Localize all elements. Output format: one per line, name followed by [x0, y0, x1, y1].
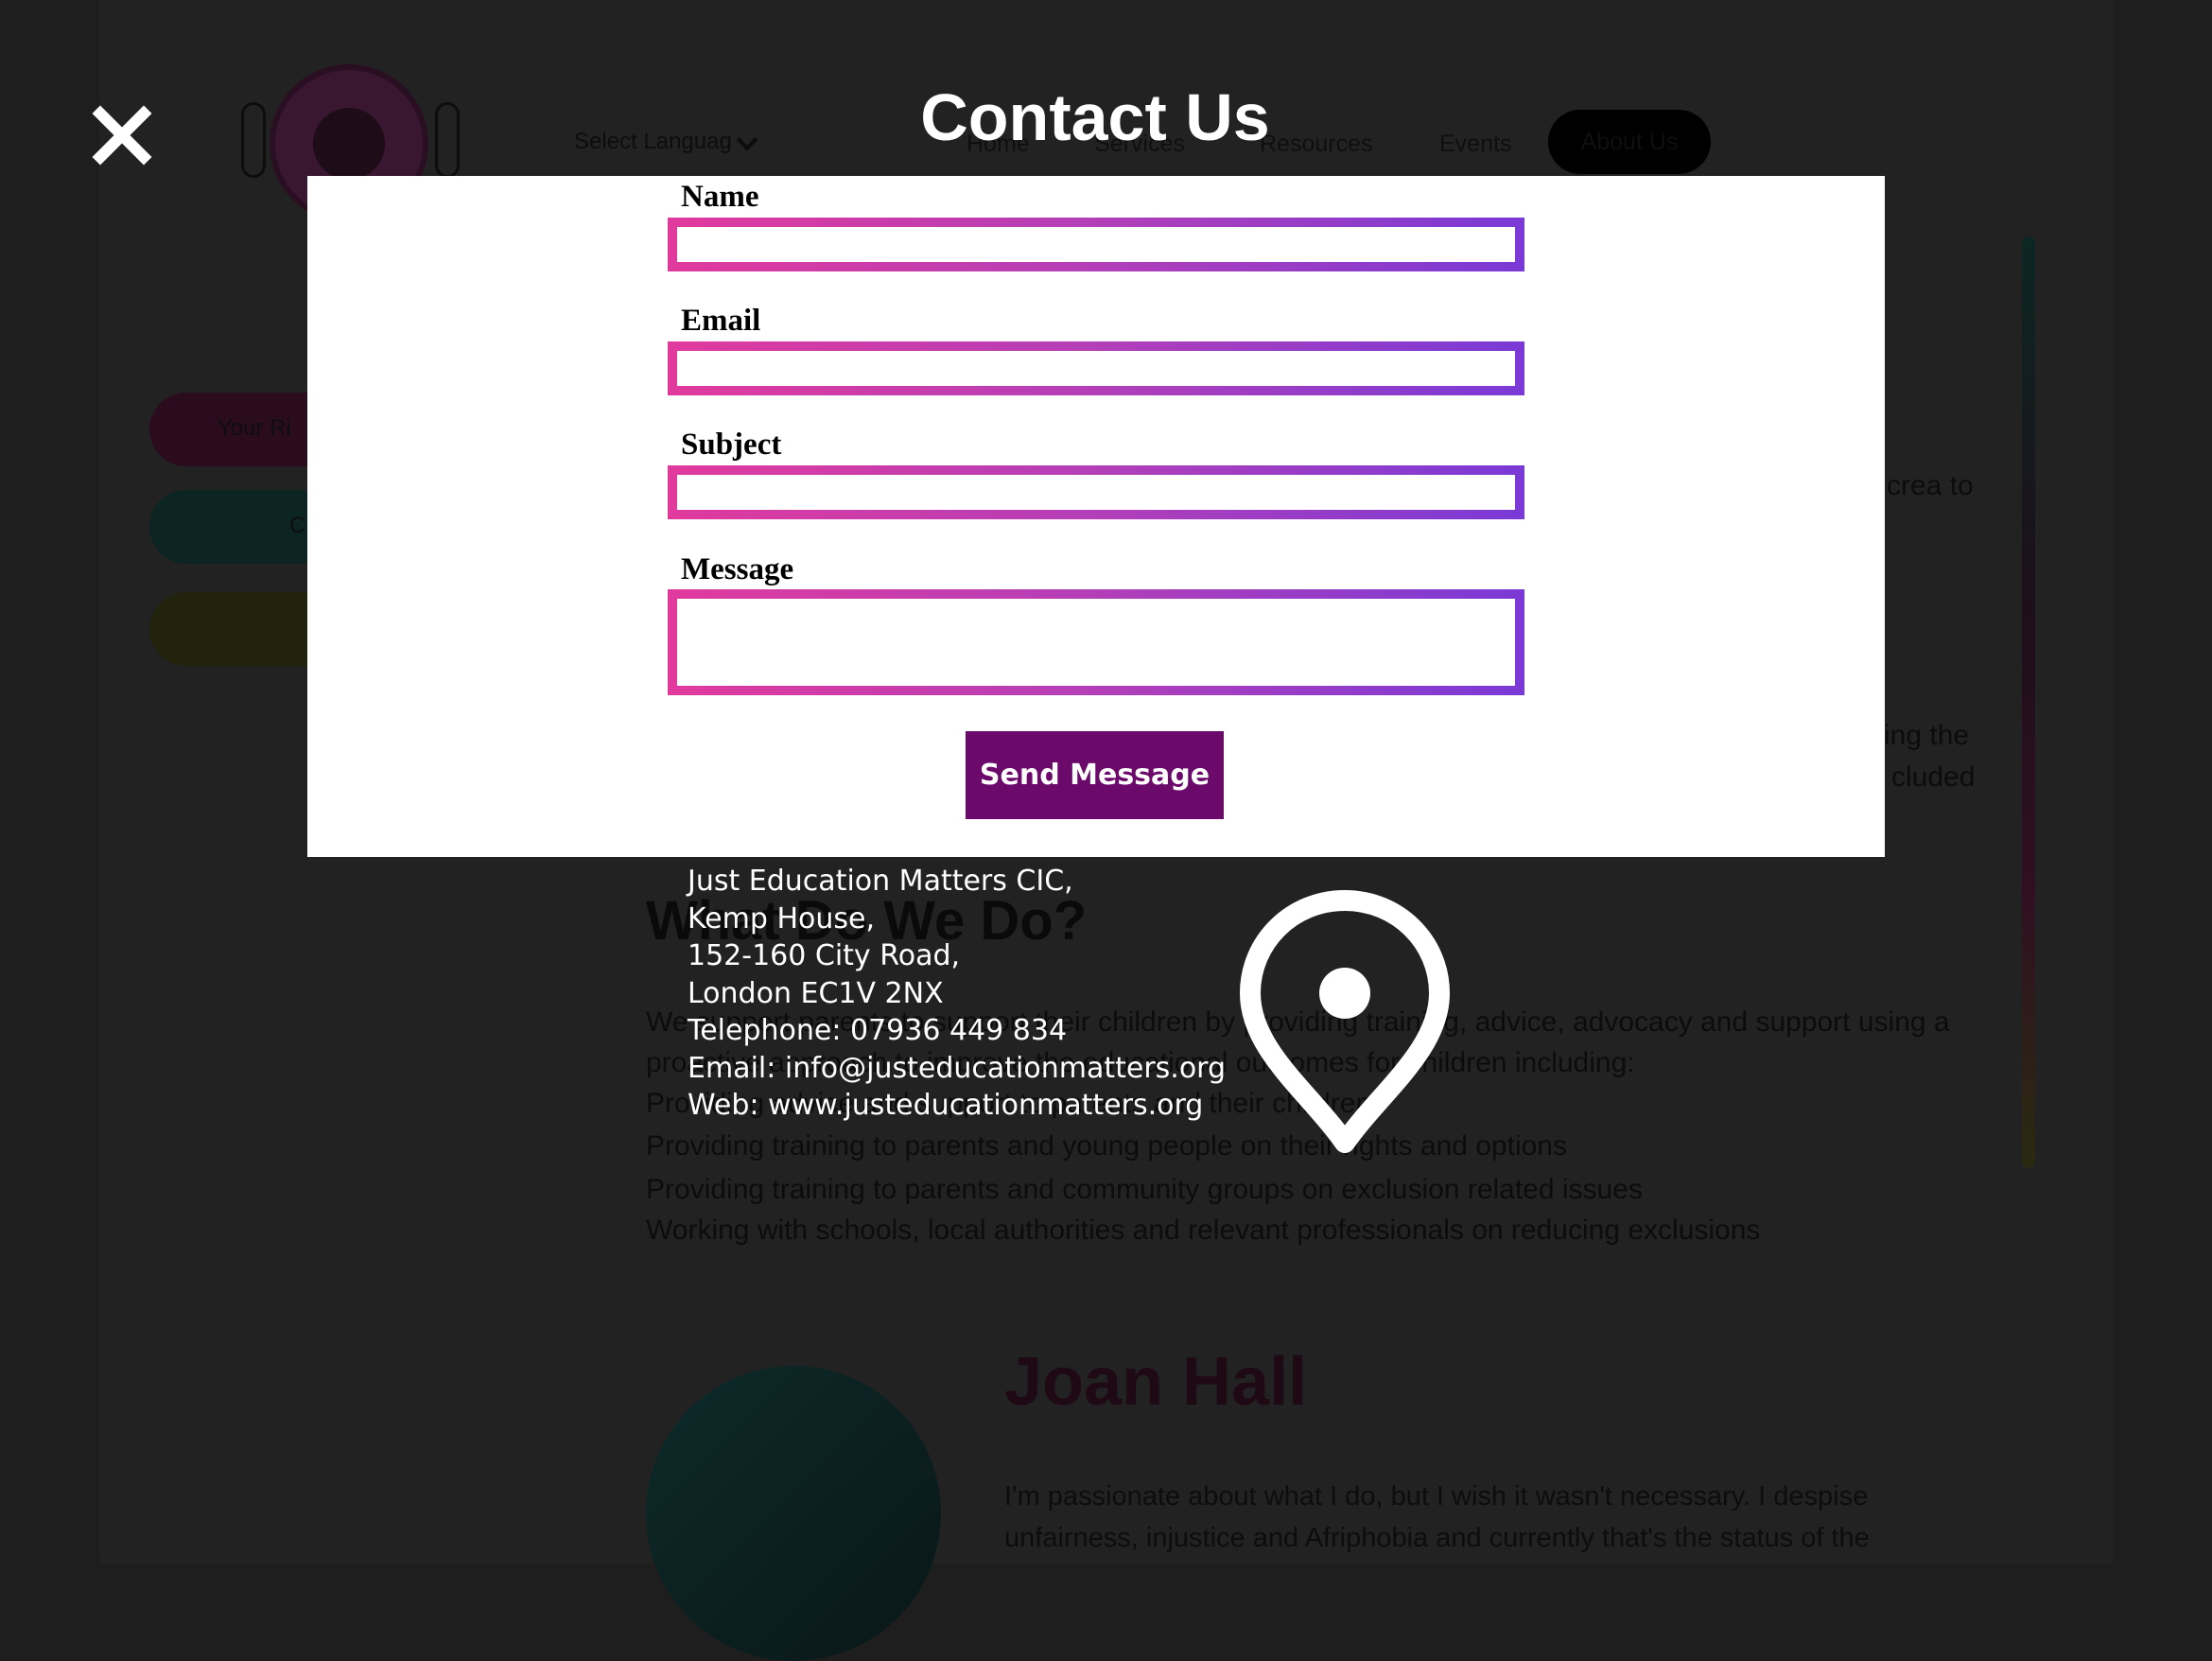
subject-field[interactable] [677, 475, 1515, 510]
bg-text-fragment: cluded [1891, 761, 1976, 793]
profile-name: Joan Hall [1004, 1344, 1308, 1420]
email-line: Email: info@justeducationmatters.org [688, 1051, 1227, 1085]
modal-title: Contact Us [920, 80, 1270, 154]
side-pill-label: C [289, 513, 306, 538]
bg-text-fragment: ing the [1884, 720, 1970, 751]
profile-text: unfairness, injustice and Afriphobia and… [1004, 1523, 1870, 1553]
email-field[interactable] [677, 351, 1515, 386]
message-field-frame [668, 589, 1524, 695]
profile-text: I'm passionate about what I do, but I wi… [1004, 1481, 1869, 1512]
address-line: Kemp House, [688, 901, 875, 935]
side-pill-label: Your Ri [218, 415, 291, 441]
address-line: Just Education Matters CIC, [688, 865, 1073, 898]
page-scrollbar[interactable] [2022, 236, 2035, 1168]
web-line: Web: www.justeducationmatters.org [688, 1089, 1204, 1122]
subject-field-frame [668, 465, 1524, 519]
email-field-frame [668, 341, 1524, 395]
send-message-button[interactable]: Send Message [966, 731, 1224, 819]
contact-address: Just Education Matters CIC, Kemp House, … [688, 863, 1226, 1125]
telephone-line: Telephone: 07936 449 834 [688, 1014, 1068, 1047]
bg-text-fragment: crea to [1887, 470, 1974, 501]
message-field[interactable] [677, 599, 1515, 686]
name-field-frame [668, 218, 1524, 271]
address-line: 152-160 City Road, [688, 939, 961, 972]
address-line: London EC1V 2NX [688, 976, 944, 1010]
map-pin-icon [1240, 890, 1450, 1153]
subject-label: Subject [681, 428, 782, 462]
message-label: Message [681, 552, 794, 586]
email-label: Email [681, 304, 761, 338]
name-label: Name [681, 180, 759, 214]
bullet-item: Working with schools, local authorities … [646, 1215, 1761, 1246]
bullet-item: Providing training to parents and commun… [646, 1174, 1643, 1205]
profile-avatar [646, 1366, 941, 1661]
name-field[interactable] [677, 227, 1515, 262]
